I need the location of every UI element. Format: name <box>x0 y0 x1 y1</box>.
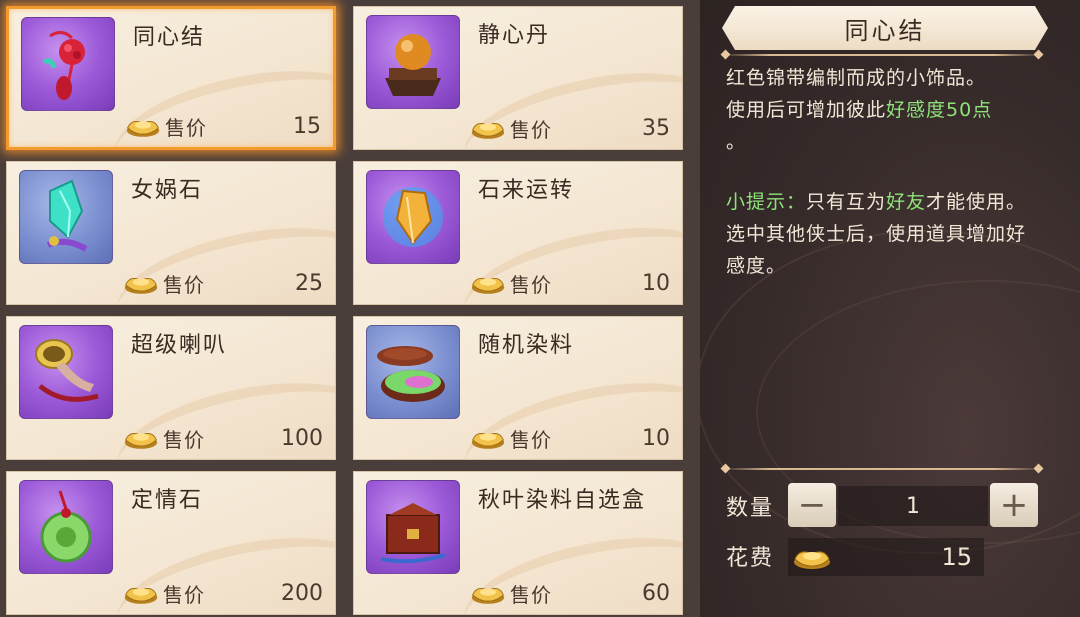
gold-ingot-icon <box>470 271 506 295</box>
item-card[interactable]: 秋叶染料自选盒售价 60 <box>353 471 683 615</box>
item-tip: 小提示：只有互为好友才能使用。选中其他侠士后，使用道具增加好感度。 <box>726 186 1042 282</box>
price-value: 35 <box>642 115 670 141</box>
tip-text: 只有互为 <box>806 191 887 213</box>
price-value: 200 <box>281 580 323 606</box>
tip-highlight: 好友 <box>886 191 927 213</box>
gold-ingot-icon <box>470 426 506 450</box>
item-description: 红色锦带编制而成的小饰品。 使用后可增加彼此好感度50点 。 <box>726 62 1046 158</box>
cost-field: 15 <box>788 538 984 576</box>
desc-highlight: 好感度50点 <box>886 99 993 121</box>
price-value: 100 <box>281 425 323 451</box>
price-row: 售价 15 <box>125 111 323 141</box>
item-name: 石来运转 <box>478 178 575 203</box>
price-row: 售价 60 <box>470 578 672 608</box>
increase-quantity-button[interactable]: + <box>990 483 1038 527</box>
price-value: 60 <box>642 580 670 606</box>
item-card[interactable]: 超级喇叭售价 100 <box>6 316 336 460</box>
item-card[interactable]: 同心结售价 15 <box>6 6 336 150</box>
gold-ingot-icon <box>123 426 159 450</box>
item-card[interactable]: 随机染料售价 10 <box>353 316 683 460</box>
price-label: 售价 <box>163 272 205 297</box>
item-name: 秋叶染料自选盒 <box>478 488 647 513</box>
price-label: 售价 <box>510 582 552 607</box>
divider <box>722 54 1042 56</box>
price-value: 25 <box>295 270 323 296</box>
quantity-field[interactable]: 1 <box>838 486 988 526</box>
price-label: 售价 <box>510 272 552 297</box>
detail-title-plate: 同心结 <box>722 6 1048 50</box>
quantity-label: 数量 <box>726 496 775 521</box>
desc-text: 使用后可增加彼此 <box>726 99 887 121</box>
detail-title: 同心结 <box>844 16 926 45</box>
item-name: 女娲石 <box>131 178 204 203</box>
price-value: 10 <box>642 425 670 451</box>
item-grid: 同心结 售价 15 静心丹 售价 35 女娲石 售价 25 石来运转 售价 10 超级喇叭 售价 100 随机… <box>0 0 700 617</box>
price-row: 售价 10 <box>470 423 672 453</box>
cost-label: 花费 <box>726 546 775 571</box>
tip-label: 小提示： <box>726 191 807 213</box>
gem-icon <box>366 170 460 264</box>
gold-ingot-icon <box>123 581 159 605</box>
pill-box-icon <box>366 15 460 109</box>
jade-pendant-icon <box>19 480 113 574</box>
price-label: 售价 <box>510 427 552 452</box>
item-name: 超级喇叭 <box>131 333 228 358</box>
desc-line: 。 <box>726 131 747 153</box>
item-card[interactable]: 女娲石售价 25 <box>6 161 336 305</box>
desc-line: 红色锦带编制而成的小饰品。 <box>726 67 987 89</box>
gold-ingot-icon <box>123 271 159 295</box>
decrease-quantity-button[interactable]: − <box>788 483 836 527</box>
cost-value: 15 <box>941 543 972 571</box>
price-value: 10 <box>642 270 670 296</box>
item-name: 定情石 <box>131 488 204 513</box>
gold-ingot-icon <box>470 116 506 140</box>
gold-ingot-icon <box>470 581 506 605</box>
crystal-icon <box>19 170 113 264</box>
horn-icon <box>19 325 113 419</box>
desc-line: 使用后可增加彼此好感度50点 <box>726 94 1046 126</box>
price-row: 售价 35 <box>470 113 672 143</box>
item-name: 静心丹 <box>478 23 551 48</box>
item-name: 随机染料 <box>478 333 575 358</box>
price-label: 售价 <box>510 117 552 142</box>
price-label: 售价 <box>165 115 207 140</box>
price-label: 售价 <box>163 582 205 607</box>
chest-icon <box>366 480 460 574</box>
price-row: 售价 200 <box>123 578 325 608</box>
gold-ingot-icon <box>125 114 161 138</box>
item-name: 同心结 <box>133 25 206 50</box>
detail-panel: 同心结 红色锦带编制而成的小饰品。 使用后可增加彼此好感度50点 。 小提示：只… <box>700 0 1080 617</box>
item-card[interactable]: 石来运转售价 10 <box>353 161 683 305</box>
chinese-knot-icon <box>21 17 115 111</box>
price-row: 售价 10 <box>470 268 672 298</box>
price-row: 售价 25 <box>123 268 325 298</box>
gold-ingot-icon <box>792 543 832 571</box>
dye-box-icon <box>366 325 460 419</box>
price-label: 售价 <box>163 427 205 452</box>
minus-icon: − <box>797 485 827 525</box>
item-card[interactable]: 定情石售价 200 <box>6 471 336 615</box>
price-value: 15 <box>293 113 321 139</box>
item-card[interactable]: 静心丹售价 35 <box>353 6 683 150</box>
price-row: 售价 100 <box>123 423 325 453</box>
plus-icon: + <box>999 485 1029 525</box>
divider <box>722 468 1042 470</box>
